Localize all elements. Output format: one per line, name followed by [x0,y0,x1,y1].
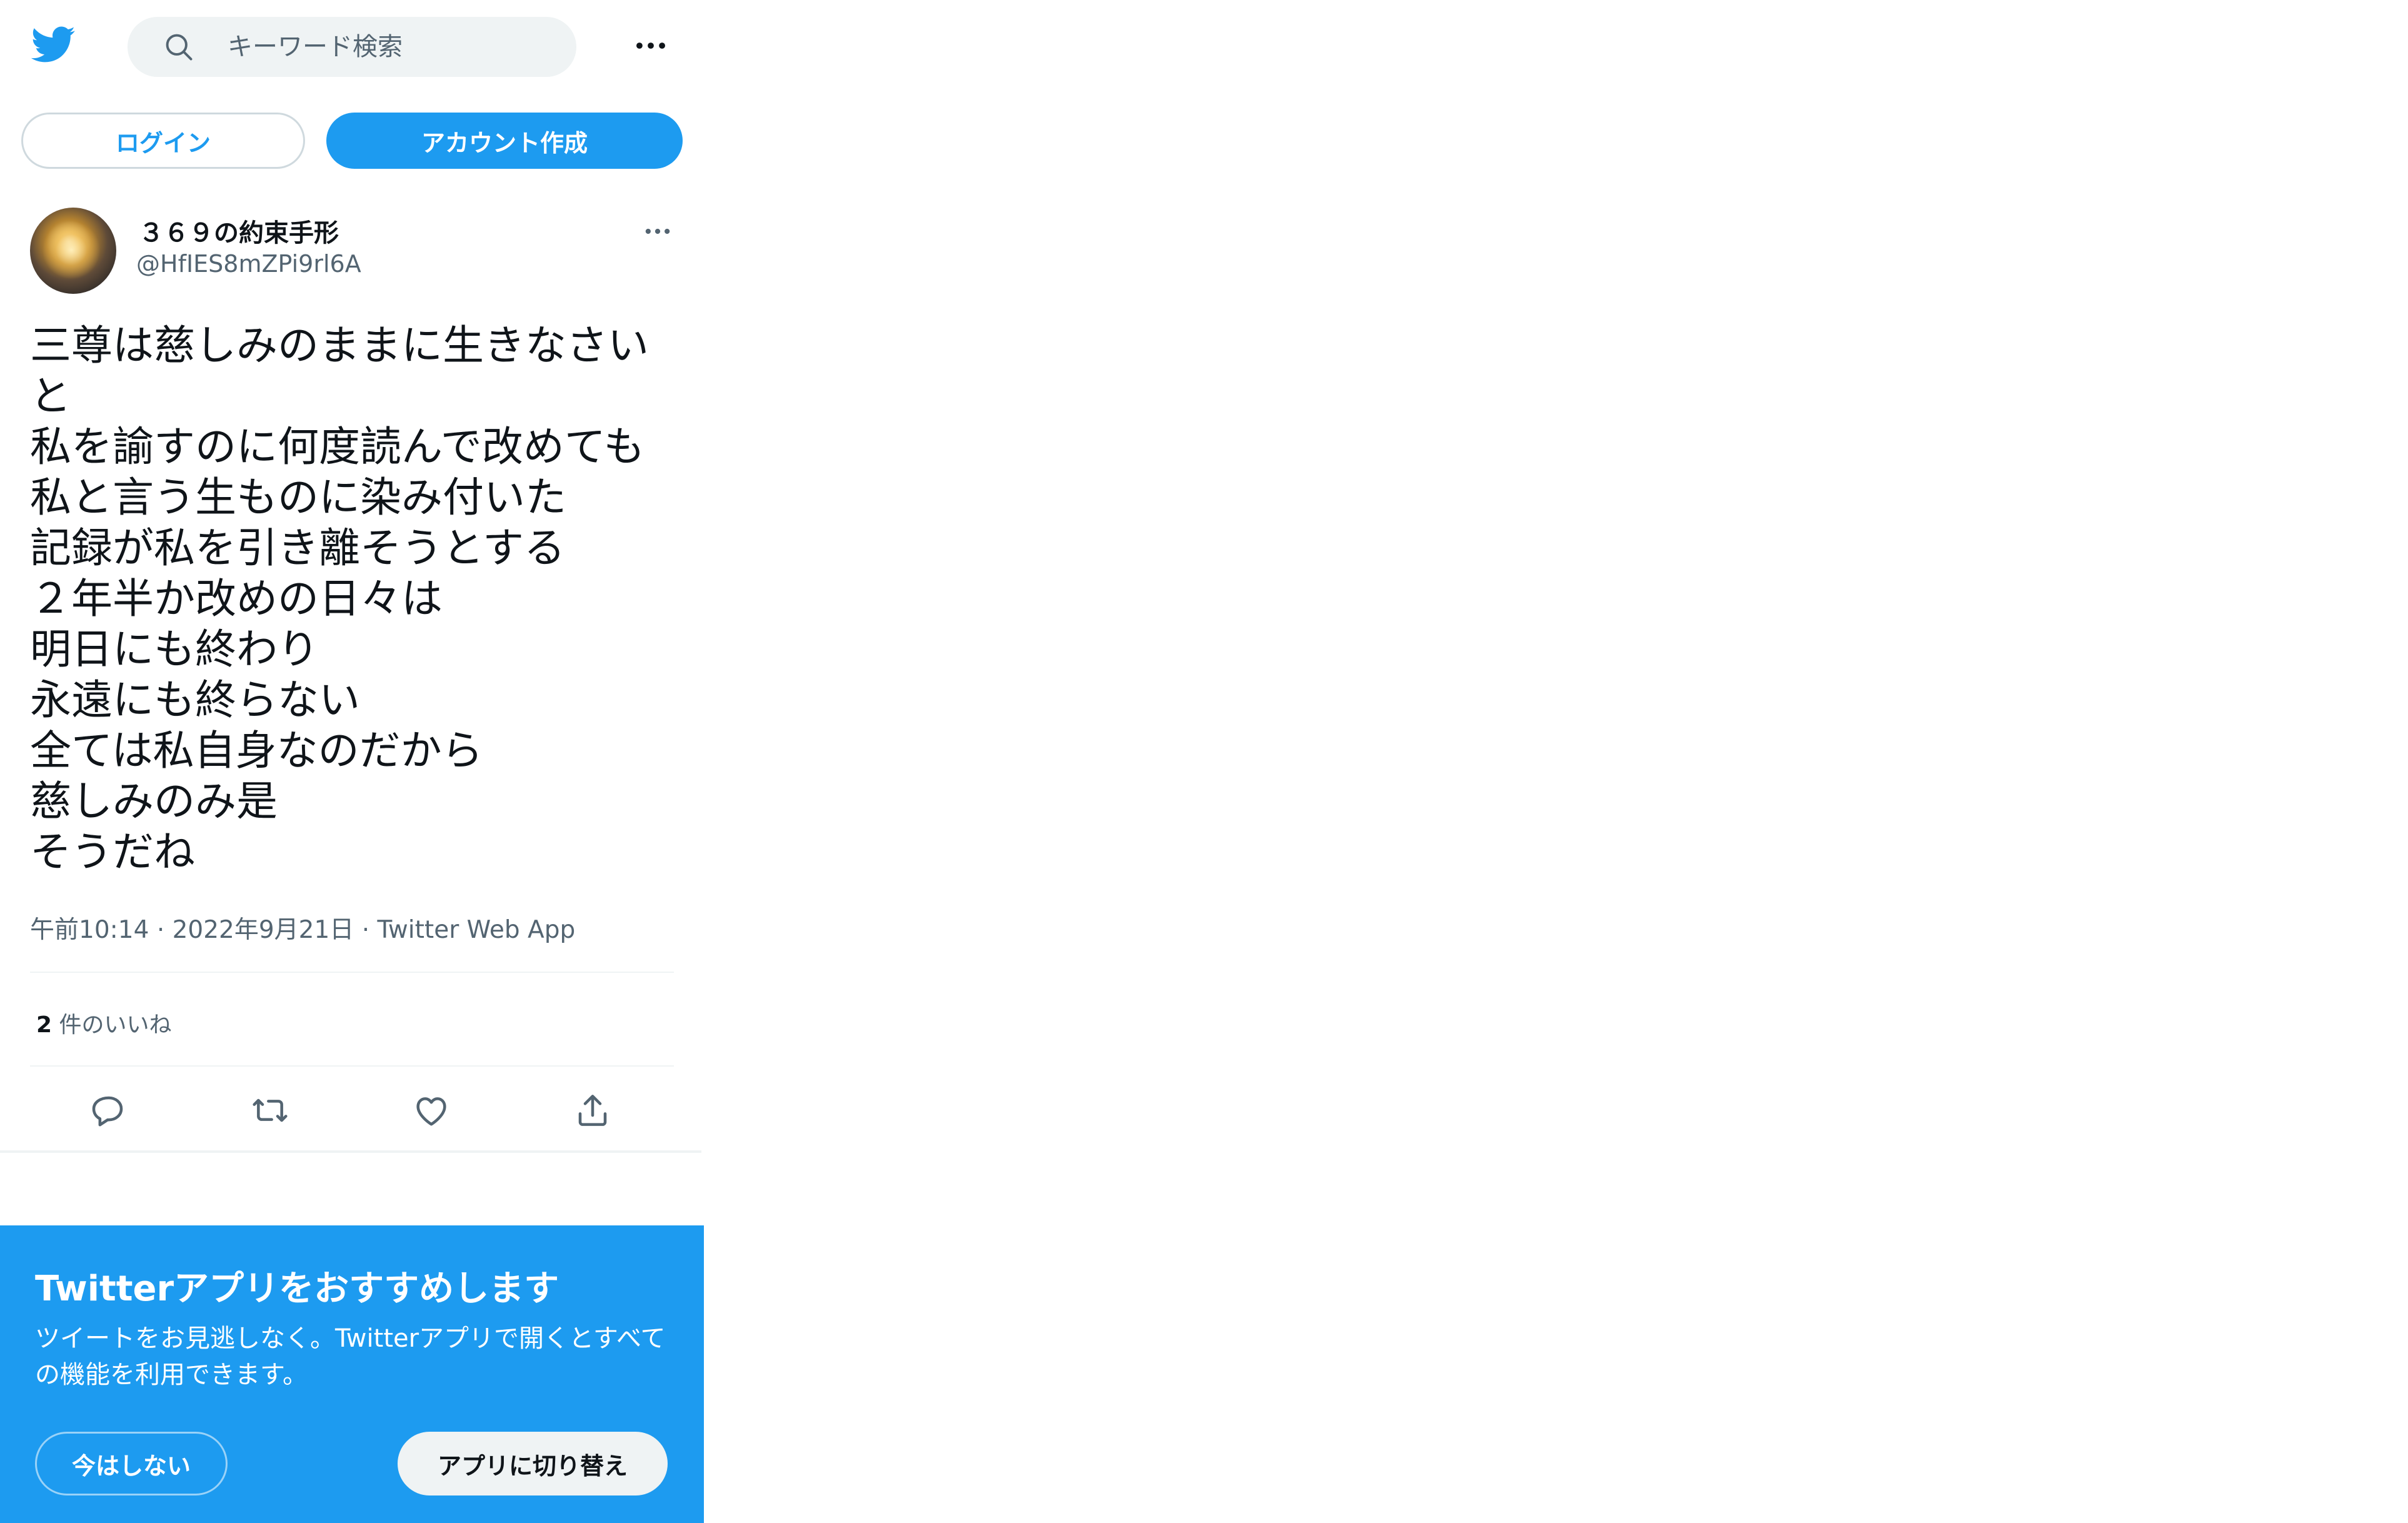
tweet-text-line: ２年半か改めの日々は [30,575,443,623]
retweet-icon[interactable] [250,1090,290,1130]
divider [0,1150,701,1153]
tweet-time[interactable]: 午前10:14 [30,916,149,944]
divider [30,972,674,973]
tweet-text-line: 慈しみのみ是 [30,777,278,825]
tweet-text-line: 私と言う生ものに染み付いた [30,473,566,521]
tweet-text-line: 明日にも終わり [30,625,319,673]
author-handle[interactable]: @HfIES8mZPi9rl6A [136,250,361,278]
tweet-more-icon[interactable] [641,215,674,248]
share-icon[interactable] [573,1090,613,1130]
like-heart-icon[interactable] [411,1090,451,1130]
tweet-text-line: 記録が私を引き離そうとする [30,524,566,572]
signup-button[interactable]: アカウント作成 [326,113,683,169]
tweet-meta: 午前10:14 · 2022年9月21日 · Twitter Web App [30,910,575,945]
search-icon [163,31,195,63]
meta-separator: · [156,916,173,944]
banner-body: ツイートをお見逃しなく。Twitterアプリで開くとすべての機能を利用できます。 [35,1324,666,1389]
switch-to-app-button[interactable]: アプリに切り替え [398,1432,668,1495]
reply-icon[interactable] [89,1090,129,1130]
avatar[interactable] [30,208,116,294]
more-horizontal-icon[interactable] [631,26,670,65]
tweet-source[interactable]: Twitter Web App [378,916,576,944]
login-button[interactable]: ログイン [21,113,305,169]
twitter-bird-icon[interactable] [26,21,79,68]
app-promo-banner: Twitterアプリをおすすめします ツイートをお見逃しなく。Twitterアプ… [0,1225,704,1523]
likes-label: 件のいいね [59,1012,172,1038]
meta-separator: · [361,916,378,944]
tweet-date[interactable]: 2022年9月21日 [173,916,354,944]
not-now-button[interactable]: 今はしない [35,1432,228,1495]
likes-link[interactable]: 2 件のいいね [36,1007,172,1039]
divider [30,1065,674,1067]
tweet-text-line: 三尊は慈しみのままに生きなさい [30,321,649,369]
page-column: キーワード検索 ログイン アカウント作成 ３６９の約束手形 @HfIES8mZP… [0,0,704,1523]
tweet-text-line: 永遠にも終らない [30,676,360,724]
tweet-text-line: 全ては私自身なのだから [30,726,483,775]
tweet-text-line: そうだね [30,828,195,876]
avatar-image [41,221,101,279]
tweet-text-line: と [30,372,71,420]
tweet-text-line: 私を諭すのに何度読んで改めても [30,423,645,471]
search-bar[interactable]: キーワード検索 [128,17,576,77]
search-input[interactable]: キーワード検索 [228,17,403,77]
banner-title: Twitterアプリをおすすめします [35,1269,559,1309]
likes-count: 2 [36,1012,53,1038]
author-name[interactable]: ３６９の約束手形 [139,213,339,249]
tweet-text: 三尊は慈しみのままに生きなさい と 私を諭すのに何度読んで改めても 私と言う生も… [30,320,680,877]
